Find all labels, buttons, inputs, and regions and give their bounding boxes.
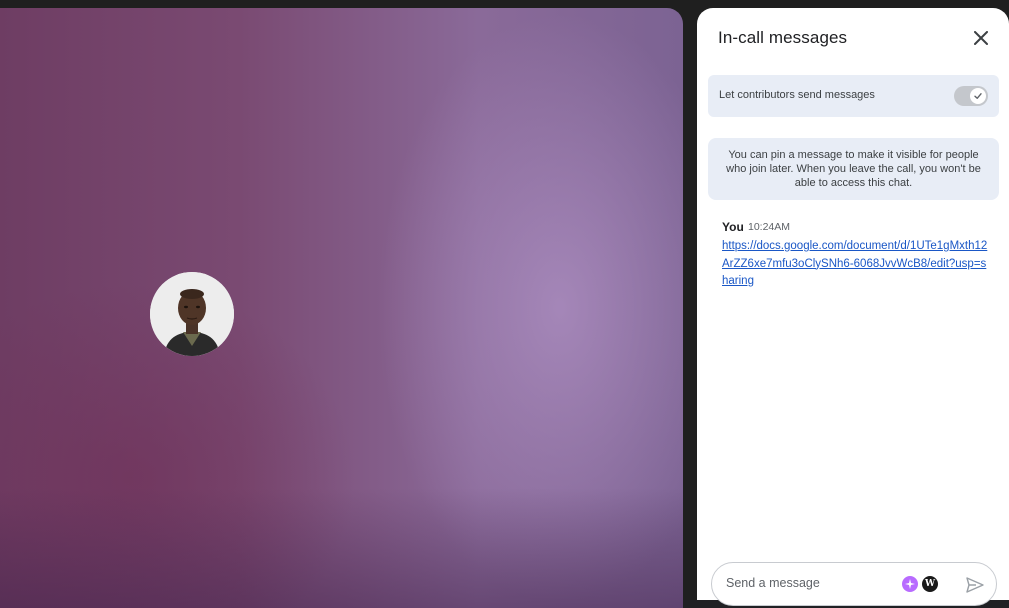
contributors-toggle[interactable] [954,86,988,106]
check-icon [974,93,982,99]
compose-bar: W [711,562,997,606]
panel-title: In-call messages [718,28,848,47]
message-link[interactable]: https://docs.google.com/document/d/1UTe1… [722,238,992,291]
message-time: 10:24AM [748,221,791,233]
message-sender: You [722,220,744,234]
participant-video-tile[interactable] [0,8,683,608]
close-icon [974,31,988,45]
contributor-messages-setting: Let contributors send messages [708,75,999,117]
in-call-messages-panel: In-call messages Let contributors send m… [697,8,1009,606]
w-extension-icon[interactable]: W [922,576,938,592]
person-photo-icon [150,272,234,356]
close-button[interactable] [969,26,993,50]
sparkle-icon [905,579,915,589]
pin-info-box: You can pin a message to make it visible… [708,138,999,200]
message-input[interactable] [726,576,886,590]
send-button[interactable] [965,575,985,595]
setting-label: Let contributors send messages [719,89,875,101]
participant-avatar [150,272,234,356]
meet-stage: In-call messages Let contributors send m… [0,0,1009,608]
send-icon [966,577,984,593]
sparkle-extension-icon[interactable] [902,576,918,592]
toggle-knob [970,88,986,104]
